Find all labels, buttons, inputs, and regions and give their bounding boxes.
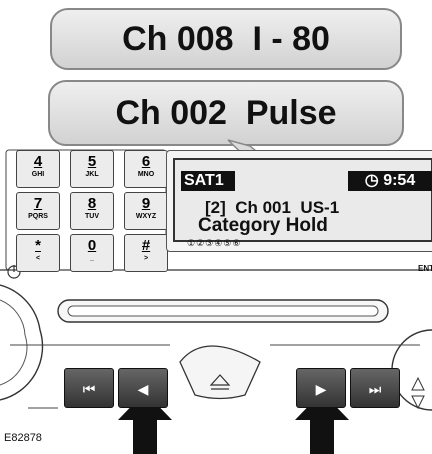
seek-back-button[interactable]: ◀	[118, 368, 168, 408]
key-4[interactable]: 4 GHI	[16, 150, 60, 188]
key-star[interactable]: * <	[16, 234, 60, 272]
skip-forward-button[interactable]: ⏭	[350, 368, 400, 408]
seek-back-icon: ◀	[137, 381, 149, 397]
key-hash[interactable]: # >	[124, 234, 168, 272]
seek-forward-button[interactable]: ▶	[296, 368, 346, 408]
figure-id: E82878	[4, 432, 42, 444]
skip-forward-icon: ⏭	[368, 381, 382, 397]
preset-indicators: ①②③④⑤⑥	[187, 238, 242, 248]
clock-icon: ◷	[364, 172, 379, 189]
mode-line: Category Hold	[198, 215, 328, 236]
enter-label: ENT	[418, 264, 432, 273]
key-8[interactable]: 8 TUV	[70, 192, 114, 230]
key-6[interactable]: 6 MNO	[124, 150, 168, 188]
source-indicator: SAT1	[181, 171, 235, 191]
clock: ◷ 9:54	[348, 171, 432, 191]
skip-back-icon: ⏮	[82, 381, 96, 397]
key-5[interactable]: 5 JKL	[70, 150, 114, 188]
key-9[interactable]: 9 WXYZ	[124, 192, 168, 230]
seek-forward-icon: ▶	[315, 381, 327, 397]
clock-time: 9:54	[383, 172, 416, 189]
skip-back-button[interactable]: ⏮	[64, 368, 114, 408]
eject-button[interactable]	[179, 345, 261, 400]
key-0[interactable]: 0 _	[70, 234, 114, 272]
key-7[interactable]: 7 PQRS	[16, 192, 60, 230]
